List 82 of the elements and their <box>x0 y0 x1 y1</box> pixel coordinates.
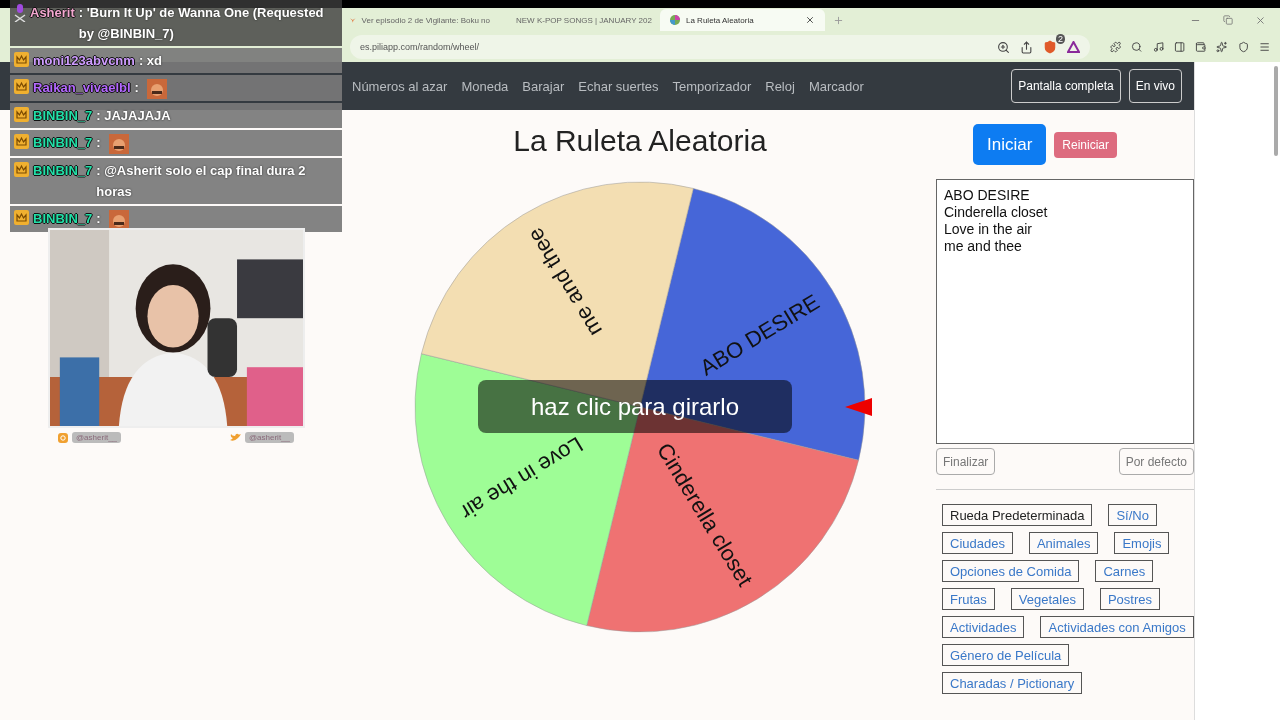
nav-link[interactable]: Reloj <box>765 78 795 94</box>
crown-icon <box>14 210 29 225</box>
chat-username: BINBIN_7 <box>33 134 93 152</box>
chat-username: BINBIN_7 <box>33 107 93 125</box>
preset-button[interactable]: Postres <box>1099 588 1161 610</box>
pointer-icon <box>845 398 872 416</box>
spin-hint[interactable]: haz clic para girarlo <box>478 380 792 433</box>
crown-icon <box>14 134 29 149</box>
start-button[interactable]: Iniciar <box>972 124 1047 165</box>
url-text: es.piliapp.com/random/wheel/ <box>360 42 481 52</box>
finish-button[interactable]: Finalizar <box>936 448 996 475</box>
page-title: La Ruleta Aleatoria <box>513 124 767 158</box>
camera-icon <box>58 432 68 443</box>
chat-username: Asherit <box>30 4 75 22</box>
crown-icon <box>14 162 29 177</box>
bird-icon <box>229 433 241 442</box>
preset-button[interactable]: Ciudades <box>942 532 1013 554</box>
chat-text: : xd <box>138 52 162 70</box>
crown-icon <box>14 107 29 122</box>
crown-icon <box>14 52 29 67</box>
preset-button[interactable]: Charadas / Pictionary <box>942 672 1083 694</box>
chat-text: : <box>96 210 101 228</box>
wheel-icon <box>670 15 680 25</box>
chat-username: Raikan_vivaelbl <box>33 79 131 97</box>
emote-icon <box>108 210 129 230</box>
preset-button[interactable]: Género de Película <box>942 644 1070 666</box>
crown-icon <box>14 79 29 94</box>
browser-tab[interactable]: Ver episodio 2 de Vigilante: Boku no <box>340 9 500 31</box>
nav-link[interactable]: Temporizador <box>672 78 752 94</box>
nav-button[interactable]: Pantalla completa <box>1011 69 1121 103</box>
shield-icon[interactable] <box>1237 40 1249 54</box>
nav-link[interactable]: Marcador <box>808 78 864 94</box>
nav-button[interactable]: En vivo <box>1128 69 1182 103</box>
shield-icon[interactable] <box>1043 40 1057 54</box>
chat-text: : @Asherit solo el cap final dura 2 horas <box>96 162 307 201</box>
chat-username: BINBIN_7 <box>33 210 93 228</box>
preset-button[interactable]: Sí/No <box>1108 504 1157 526</box>
chat-username: moni123abvcnm <box>33 52 135 70</box>
emote-icon <box>108 134 129 154</box>
preset-button[interactable]: Actividades con Amigos <box>1040 616 1194 638</box>
menu-icon[interactable] <box>1258 40 1270 54</box>
preset-button[interactable]: Vegetales <box>1010 588 1084 610</box>
entries-field[interactable]: ABO DESIRE Cinderella closet Love in the air me and thee <box>936 179 1194 444</box>
scrollbar-thumb[interactable] <box>1274 66 1278 156</box>
emote-icon <box>146 79 167 99</box>
count-badge: 2 <box>1056 34 1065 44</box>
music-icon[interactable] <box>1152 40 1164 54</box>
triangle-icon[interactable] <box>1067 41 1080 53</box>
chat-text: : <box>96 134 101 152</box>
nav-link[interactable]: Barajar <box>522 78 565 94</box>
extensions-icon[interactable] <box>1110 40 1122 54</box>
share-icon[interactable] <box>1020 40 1033 54</box>
nav-link[interactable]: Números al azar <box>352 78 448 94</box>
close-icon[interactable] <box>1255 14 1266 26</box>
preset-button[interactable]: Carnes <box>1095 560 1154 582</box>
social-handle: @asherit__ <box>72 432 122 443</box>
chat-text: : JAJAJAJA <box>96 107 171 125</box>
browser-tab[interactable]: La Ruleta Aleatoria <box>660 9 825 31</box>
sidebar-icon[interactable] <box>1173 40 1185 54</box>
social-handle: @asherit__ <box>244 432 294 443</box>
segment-label: Love in the air <box>456 431 588 525</box>
zoom-icon[interactable] <box>997 40 1010 54</box>
nav-link[interactable]: Echar suertes <box>578 78 659 94</box>
reset-button[interactable]: Reiniciar <box>1054 131 1117 158</box>
preset-button[interactable]: Emojis <box>1114 532 1170 554</box>
chat-text: : <box>134 79 139 97</box>
nav-link[interactable]: Moneda <box>461 78 509 94</box>
close-icon[interactable] <box>805 15 815 25</box>
address-bar[interactable]: es.piliapp.com/random/wheel/ 2 <box>350 35 1090 59</box>
preset-button[interactable]: Opciones de Comida <box>942 560 1080 582</box>
chat-text: : 'Burn It Up' de Wanna One (Requested by @BINBIN_7) <box>78 4 325 43</box>
restore-icon[interactable] <box>1223 14 1233 25</box>
browser-tab[interactable]: NEW K-POP SONGS | JANUARY 202 <box>500 9 660 31</box>
chat-username: BINBIN_7 <box>33 162 93 180</box>
preset-button[interactable]: Rueda Predeterminada <box>942 504 1093 526</box>
wallet-icon[interactable] <box>1195 40 1207 54</box>
preset-button[interactable]: Animales <box>1028 532 1099 554</box>
search-icon[interactable] <box>1131 40 1143 54</box>
preset-button[interactable]: Actividades <box>942 616 1025 638</box>
sparkle-icon[interactable] <box>1216 40 1228 54</box>
microphone-icon <box>14 4 26 22</box>
preset-button[interactable]: Frutas <box>942 588 995 610</box>
